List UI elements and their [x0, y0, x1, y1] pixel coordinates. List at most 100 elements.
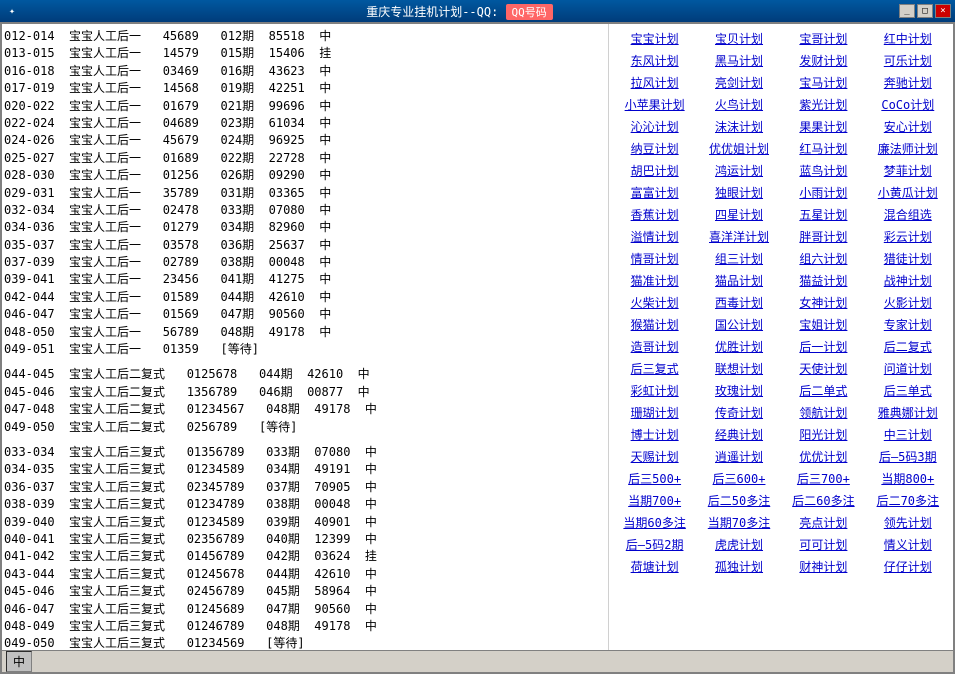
plan-item[interactable]: 沫沫计划	[698, 116, 780, 137]
plan-item[interactable]: 黑马计划	[698, 50, 780, 71]
plan-item[interactable]: 传奇计划	[698, 402, 780, 423]
plan-item[interactable]: 优胜计划	[698, 336, 780, 357]
plan-item[interactable]: 阳光计划	[782, 424, 864, 445]
plan-item[interactable]: 拉风计划	[613, 72, 695, 93]
plan-item[interactable]: 后二70多注	[867, 490, 949, 511]
plan-item[interactable]: 猫准计划	[613, 270, 695, 291]
plan-item[interactable]: 宝贝计划	[698, 28, 780, 49]
plan-item[interactable]: 后一计划	[782, 336, 864, 357]
plan-item[interactable]: 天使计划	[782, 358, 864, 379]
plan-item[interactable]: 发财计划	[782, 50, 864, 71]
plan-item[interactable]: 独眼计划	[698, 182, 780, 203]
plan-item[interactable]: 紫光计划	[782, 94, 864, 115]
plan-item[interactable]: 宝马计划	[782, 72, 864, 93]
plan-item[interactable]: 鸿运计划	[698, 160, 780, 181]
plan-item[interactable]: 后二50多注	[698, 490, 780, 511]
plan-item[interactable]: 造哥计划	[613, 336, 695, 357]
plan-item[interactable]: 女神计划	[782, 292, 864, 313]
plan-item[interactable]: 胖哥计划	[782, 226, 864, 247]
plan-item[interactable]: 仔仔计划	[867, 556, 949, 577]
plan-item[interactable]: 喜洋洋计划	[698, 226, 780, 247]
plan-item[interactable]: 经典计划	[698, 424, 780, 445]
status-label[interactable]: 中	[6, 651, 32, 672]
plan-item[interactable]: 亮点计划	[782, 512, 864, 533]
plan-item[interactable]: 后二单式	[782, 380, 864, 401]
plan-item[interactable]: 火鸟计划	[698, 94, 780, 115]
plan-item[interactable]: 天赐计划	[613, 446, 695, 467]
plan-item[interactable]: 纳豆计划	[613, 138, 695, 159]
list-scroll-area[interactable]: 012-014 宝宝人工后一 45689 012期 85518 中013-015…	[2, 24, 608, 650]
plan-item[interactable]: 领航计划	[782, 402, 864, 423]
plan-item[interactable]: 火影计划	[867, 292, 949, 313]
plan-item[interactable]: 小苹果计划	[613, 94, 695, 115]
plan-item[interactable]: 玫瑰计划	[698, 380, 780, 401]
plan-item[interactable]: 奔驰计划	[867, 72, 949, 93]
plan-item[interactable]: 后三复式	[613, 358, 695, 379]
close-button[interactable]: ×	[935, 4, 951, 18]
plan-item[interactable]: 宝姐计划	[782, 314, 864, 335]
plan-item[interactable]: 问道计划	[867, 358, 949, 379]
plan-item[interactable]: 专家计划	[867, 314, 949, 335]
plan-item[interactable]: 后—5码3期	[867, 446, 949, 467]
plan-item[interactable]: 红马计划	[782, 138, 864, 159]
plan-item[interactable]: 后三600+	[698, 468, 780, 489]
plan-item[interactable]: 香蕉计划	[613, 204, 695, 225]
plan-item[interactable]: 西毒计划	[698, 292, 780, 313]
plan-item[interactable]: 胡巴计划	[613, 160, 695, 181]
plan-item[interactable]: 后三500+	[613, 468, 695, 489]
plan-item[interactable]: 亮剑计划	[698, 72, 780, 93]
plan-item[interactable]: 果果计划	[782, 116, 864, 137]
plan-item[interactable]: 混合组选	[867, 204, 949, 225]
plan-item[interactable]: 东风计划	[613, 50, 695, 71]
plan-item[interactable]: 珊瑚计划	[613, 402, 695, 423]
plan-item[interactable]: 组三计划	[698, 248, 780, 269]
plan-item[interactable]: 五星计划	[782, 204, 864, 225]
plan-item[interactable]: 四星计划	[698, 204, 780, 225]
plan-item[interactable]: 梦菲计划	[867, 160, 949, 181]
plan-item[interactable]: 战神计划	[867, 270, 949, 291]
plan-item[interactable]: 可乐计划	[867, 50, 949, 71]
maximize-button[interactable]: □	[917, 4, 933, 18]
plan-item[interactable]: 领先计划	[867, 512, 949, 533]
plan-item[interactable]: 当期70多注	[698, 512, 780, 533]
plan-item[interactable]: 联想计划	[698, 358, 780, 379]
plan-item[interactable]: 中三计划	[867, 424, 949, 445]
plan-item[interactable]: 博士计划	[613, 424, 695, 445]
plan-item[interactable]: 小黄瓜计划	[867, 182, 949, 203]
plan-item[interactable]: 猴猫计划	[613, 314, 695, 335]
plan-item[interactable]: 猫益计划	[782, 270, 864, 291]
plan-item[interactable]: 可可计划	[782, 534, 864, 555]
plan-item[interactable]: 当期800+	[867, 468, 949, 489]
plan-item[interactable]: 红中计划	[867, 28, 949, 49]
plan-item[interactable]: 逍遥计划	[698, 446, 780, 467]
plan-item[interactable]: 财神计划	[782, 556, 864, 577]
plan-item[interactable]: 蓝鸟计划	[782, 160, 864, 181]
minimize-button[interactable]: _	[899, 4, 915, 18]
plan-item[interactable]: 后三单式	[867, 380, 949, 401]
plan-item[interactable]: 孤独计划	[698, 556, 780, 577]
plan-item[interactable]: 彩云计划	[867, 226, 949, 247]
plan-item[interactable]: 国公计划	[698, 314, 780, 335]
plan-item[interactable]: 宝宝计划	[613, 28, 695, 49]
plan-item[interactable]: 猎徒计划	[867, 248, 949, 269]
plan-item[interactable]: CoCo计划	[867, 94, 949, 115]
plan-item[interactable]: 彩虹计划	[613, 380, 695, 401]
plan-item[interactable]: 荷塘计划	[613, 556, 695, 577]
plan-item[interactable]: 富富计划	[613, 182, 695, 203]
plan-item[interactable]: 优优计划	[782, 446, 864, 467]
plan-item[interactable]: 情义计划	[867, 534, 949, 555]
plan-item[interactable]: 虎虎计划	[698, 534, 780, 555]
plan-item[interactable]: 后二复式	[867, 336, 949, 357]
plan-item[interactable]: 情哥计划	[613, 248, 695, 269]
plan-item[interactable]: 当期60多注	[613, 512, 695, 533]
plan-item[interactable]: 组六计划	[782, 248, 864, 269]
plan-item[interactable]: 优优姐计划	[698, 138, 780, 159]
plan-item[interactable]: 后三700+	[782, 468, 864, 489]
plan-item[interactable]: 猫品计划	[698, 270, 780, 291]
plan-item[interactable]: 后二60多注	[782, 490, 864, 511]
plan-item[interactable]: 当期700+	[613, 490, 695, 511]
plan-item[interactable]: 溢情计划	[613, 226, 695, 247]
plan-item[interactable]: 安心计划	[867, 116, 949, 137]
plan-item[interactable]: 火柴计划	[613, 292, 695, 313]
plan-item[interactable]: 宝哥计划	[782, 28, 864, 49]
